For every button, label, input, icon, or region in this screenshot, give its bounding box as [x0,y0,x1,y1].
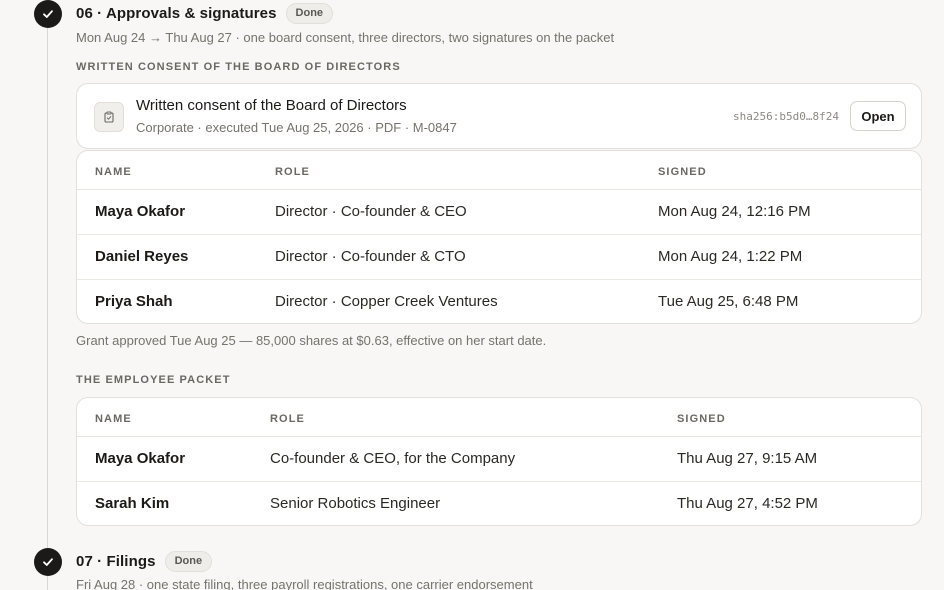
employee-packet-section-label: THE EMPLOYEE PACKET [76,374,231,386]
step-07-title: 07 · Filings [76,553,156,570]
table-row: Daniel Reyes Director · Co-founder & CTO… [77,235,921,280]
signer-name: Sarah Kim [95,495,170,512]
step-complete-check-icon [34,548,62,576]
document-hash: sha256:b5d0…8f24 [733,110,839,123]
employee-packet-table: NAME ROLE SIGNED Maya Okafor Co-founder … [76,397,922,526]
check-icon [43,558,53,566]
signed-timestamp: Mon Aug 24, 1:22 PM [658,248,803,265]
step-07-subtitle: Fri Aug 28 · one state filing, three pay… [76,577,533,590]
signer-name: Daniel Reyes [95,248,189,265]
clipboard-check-icon [94,102,124,132]
open-document-button[interactable]: Open [850,101,906,131]
step-06-subtitle: Mon Aug 24 → Thu Aug 27 · one board cons… [76,30,615,45]
signer-role: Co-founder & CEO, for the Company [270,450,516,467]
column-header-signed: SIGNED [677,413,726,425]
board-consent-document-card[interactable]: Written consent of the Board of Director… [76,83,922,149]
signer-role: Director · Co-founder & CTO [275,248,466,265]
signed-timestamp: Mon Aug 24, 12:16 PM [658,203,811,220]
table-row: Maya Okafor Co-founder & CEO, for the Co… [77,437,921,482]
signed-timestamp: Thu Aug 27, 4:52 PM [677,495,818,512]
signer-name: Maya Okafor [95,203,186,220]
table-row: Sarah Kim Senior Robotics Engineer Thu A… [77,482,921,525]
check-icon [43,10,53,18]
step-07-header: 07 · Filings Done [76,551,213,572]
signer-role: Senior Robotics Engineer [270,495,441,512]
column-header-role: ROLE [270,413,305,425]
board-signatures-table: NAME ROLE SIGNED Maya Okafor Director · … [76,150,922,324]
column-header-signed: SIGNED [658,166,707,178]
column-header-name: NAME [95,166,132,178]
document-meta: Corporate · executed Tue Aug 25, 2026 · … [136,120,457,135]
step-06-status-badge: Done [285,3,334,24]
signed-timestamp: Thu Aug 27, 9:15 AM [677,450,818,467]
signed-timestamp: Tue Aug 25, 6:48 PM [658,293,799,310]
step-06-header: 06 · Approvals & signatures Done [76,3,334,24]
table-header: NAME ROLE SIGNED [77,151,921,190]
signer-role: Director · Copper Creek Ventures [275,293,498,310]
board-consent-section-label: WRITTEN CONSENT OF THE BOARD OF DIRECTOR… [76,61,401,73]
table-header: NAME ROLE SIGNED [77,398,921,437]
signer-name: Priya Shah [95,293,173,310]
column-header-name: NAME [95,413,132,425]
column-header-role: ROLE [275,166,310,178]
step-complete-check-icon [34,0,62,28]
step-07-status-badge: Done [164,551,213,572]
step-06-title: 06 · Approvals & signatures [76,5,277,22]
grant-approval-note: Grant approved Tue Aug 25 — 85,000 share… [76,333,547,348]
timeline-page: 06 · Approvals & signatures Done Mon Aug… [0,0,944,590]
signer-role: Director · Co-founder & CEO [275,203,467,220]
timeline-rail [47,0,48,590]
table-row: Maya Okafor Director · Co-founder & CEO … [77,190,921,235]
table-row: Priya Shah Director · Copper Creek Ventu… [77,280,921,323]
signer-name: Maya Okafor [95,450,186,467]
document-title: Written consent of the Board of Director… [136,97,407,114]
